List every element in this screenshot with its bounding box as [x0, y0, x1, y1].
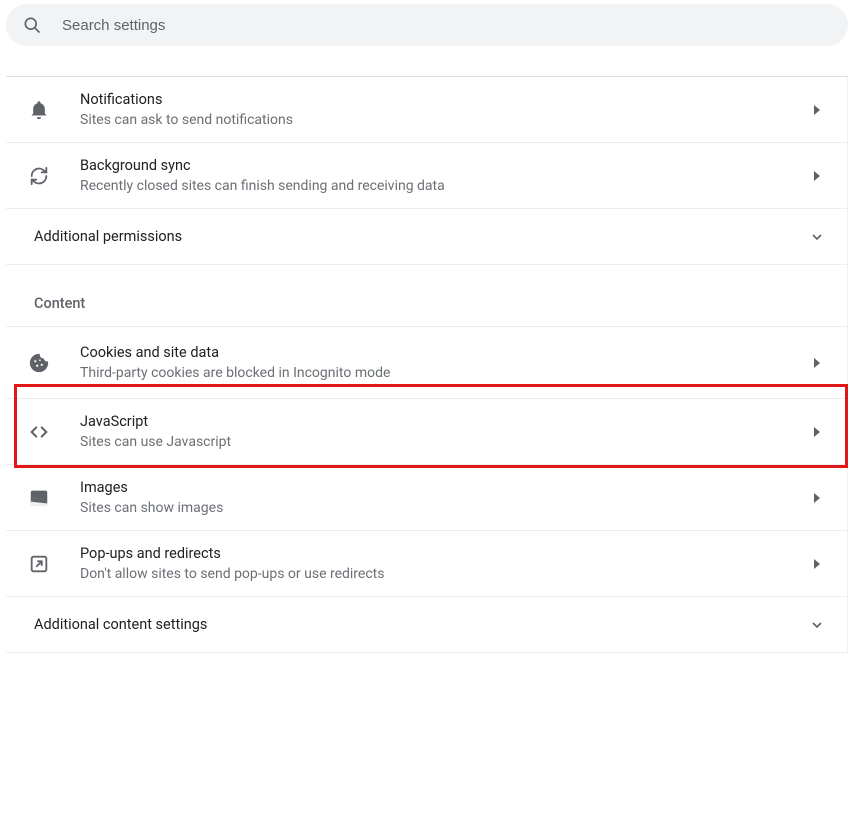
- row-cookies[interactable]: Cookies and site data Third-party cookie…: [6, 327, 847, 399]
- code-icon: [28, 421, 50, 443]
- bell-icon: [28, 99, 50, 121]
- row-subtitle: Third-party cookies are blocked in Incog…: [80, 365, 809, 381]
- row-title: Pop-ups and redirects: [80, 545, 809, 562]
- arrow-right-icon: [809, 355, 825, 371]
- search-bar[interactable]: [6, 4, 848, 46]
- arrow-right-icon: [809, 102, 825, 118]
- row-additional-content[interactable]: Additional content settings: [6, 597, 847, 653]
- row-texts: Images Sites can show images: [80, 479, 809, 516]
- arrow-right-icon: [809, 424, 825, 440]
- row-title: Additional permissions: [34, 228, 809, 245]
- row-javascript[interactable]: JavaScript Sites can use Javascript: [6, 399, 847, 465]
- row-title: Notifications: [80, 91, 809, 108]
- row-texts: Additional permissions: [34, 228, 809, 245]
- row-title: JavaScript: [80, 413, 809, 430]
- row-subtitle: Don't allow sites to send pop-ups or use…: [80, 566, 809, 582]
- row-images[interactable]: Images Sites can show images: [6, 465, 847, 531]
- row-texts: Additional content settings: [34, 616, 809, 633]
- content-section-label: Content: [6, 265, 847, 326]
- row-notifications[interactable]: Notifications Sites can ask to send noti…: [6, 77, 847, 143]
- settings-panel: Notifications Sites can ask to send noti…: [6, 76, 848, 653]
- row-texts: Cookies and site data Third-party cookie…: [80, 344, 809, 381]
- chevron-down-icon: [809, 229, 825, 245]
- row-subtitle: Recently closed sites can finish sending…: [80, 178, 809, 194]
- search-input[interactable]: [62, 17, 832, 34]
- popup-icon: [28, 553, 50, 575]
- row-subtitle: Sites can ask to send notifications: [80, 112, 809, 128]
- row-background-sync[interactable]: Background sync Recently closed sites ca…: [6, 143, 847, 209]
- arrow-right-icon: [809, 490, 825, 506]
- arrow-right-icon: [809, 556, 825, 572]
- row-texts: Background sync Recently closed sites ca…: [80, 157, 809, 194]
- arrow-right-icon: [809, 168, 825, 184]
- row-texts: Pop-ups and redirects Don't allow sites …: [80, 545, 809, 582]
- chevron-down-icon: [809, 617, 825, 633]
- row-subtitle: Sites can show images: [80, 500, 809, 516]
- row-subtitle: Sites can use Javascript: [80, 434, 809, 450]
- content-group: Cookies and site data Third-party cookie…: [6, 326, 847, 653]
- image-icon: [28, 487, 50, 509]
- row-title: Images: [80, 479, 809, 496]
- cookie-icon: [28, 352, 50, 374]
- search-icon: [22, 15, 42, 35]
- row-title: Additional content settings: [34, 616, 809, 633]
- row-texts: Notifications Sites can ask to send noti…: [80, 91, 809, 128]
- row-popups[interactable]: Pop-ups and redirects Don't allow sites …: [6, 531, 847, 597]
- row-title: Background sync: [80, 157, 809, 174]
- row-additional-permissions[interactable]: Additional permissions: [6, 209, 847, 265]
- row-title: Cookies and site data: [80, 344, 809, 361]
- sync-icon: [28, 165, 50, 187]
- row-texts: JavaScript Sites can use Javascript: [80, 413, 809, 450]
